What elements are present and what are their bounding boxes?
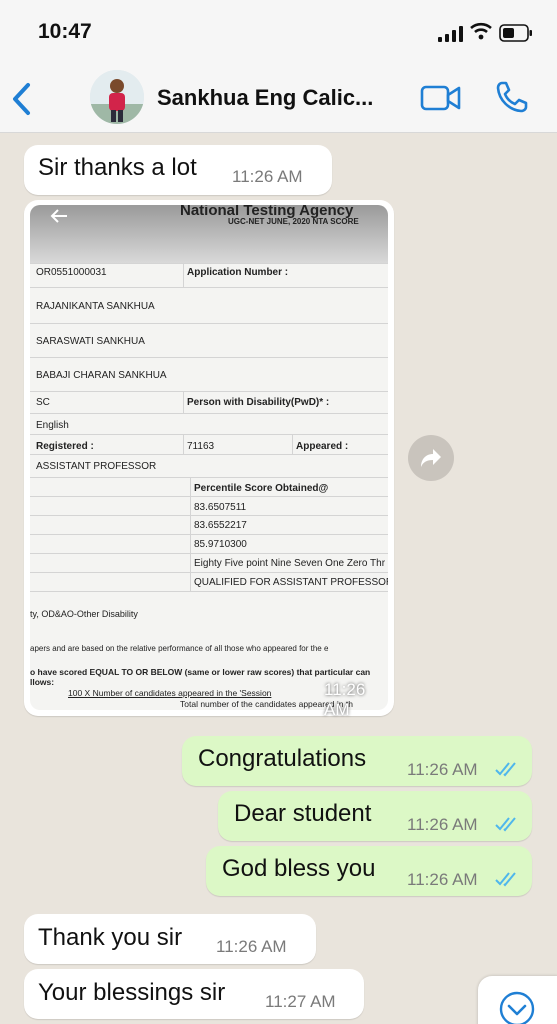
chat-header: Sankhua Eng Calic... — [0, 64, 557, 133]
registered-label: Registered : — [36, 441, 94, 452]
note-disability: ty, OD&AO-Other Disability — [30, 609, 138, 619]
outgoing-message[interactable]: God bless you 11:26 AM — [206, 846, 532, 896]
incoming-message[interactable]: Your blessings sir 11:27 AM — [24, 969, 364, 1019]
image-message[interactable]: National Testing Agency UGC-NET JUNE, 20… — [24, 200, 394, 719]
incoming-message[interactable]: Sir thanks a lot 11:26 AM — [24, 145, 332, 195]
note-follows: llows: — [30, 677, 55, 687]
image-back-arrow-icon — [50, 209, 67, 223]
doc-subheader: UGC-NET JUNE, 2020 NTA SCORE — [228, 217, 359, 226]
message-time: 11:26 AM — [216, 937, 287, 956]
phone-call-icon[interactable] — [495, 80, 529, 114]
double-tick-icon — [495, 872, 516, 887]
contact-name[interactable]: Sankhua Eng Calic... — [157, 85, 373, 111]
message-time: 11:27 AM — [265, 992, 336, 1011]
qualification-status: QUALIFIED FOR ASSISTANT PROFESSOR — [194, 577, 388, 588]
application-number-label: Application Number : — [187, 267, 289, 278]
message-text: Your blessings sir — [38, 979, 226, 1006]
scroll-down-chevron-icon — [499, 991, 535, 1024]
incoming-message[interactable]: Thank you sir 11:26 AM — [24, 914, 316, 964]
forward-button[interactable] — [408, 435, 454, 481]
status-time: 10:47 — [38, 20, 92, 43]
score-words: Eighty Five point Nine Seven One Zero Th… — [194, 558, 386, 569]
score-2: 83.6552217 — [194, 520, 247, 531]
video-call-icon[interactable] — [420, 84, 462, 112]
mother-name: SARASWATI SANKHUA — [36, 336, 145, 347]
percentile-label: Percentile Score Obtained@ — [194, 483, 329, 494]
status-bar: 10:47 — [0, 0, 557, 64]
candidate-name: RAJANIKANTA SANKHUA — [36, 301, 155, 312]
formula-numerator: 100 X Number of candidates appeared in t… — [68, 688, 272, 698]
post-applied: ASSISTANT PROFESSOR — [36, 461, 157, 472]
note-papers: apers and are based on the relative perf… — [30, 644, 329, 653]
forward-icon — [421, 449, 441, 467]
category: SC — [36, 397, 50, 408]
wifi-icon — [470, 22, 492, 40]
battery-icon — [499, 24, 532, 42]
pwd-label: Person with Disability(PwD)* : — [187, 397, 330, 408]
message-text: Thank you sir — [38, 924, 183, 951]
medium: English — [36, 420, 69, 431]
message-text: Dear student — [234, 800, 372, 827]
appeared-label: Appeared : — [296, 441, 349, 452]
outgoing-message[interactable]: Congratulations 11:26 AM — [182, 736, 532, 786]
message-text: God bless you — [222, 855, 376, 882]
cellular-signal-icon — [438, 26, 463, 42]
father-name: BABAJI CHARAN SANKHUA — [36, 370, 167, 381]
image-time: 11:26 AM — [324, 680, 366, 719]
back-chevron-icon[interactable] — [10, 82, 34, 116]
double-tick-icon — [495, 817, 516, 832]
scorecard-image[interactable]: National Testing Agency UGC-NET JUNE, 20… — [30, 205, 388, 710]
message-text: Congratulations — [198, 745, 367, 772]
chat-area[interactable]: Sir thanks a lot 11:26 AM National Testi… — [0, 133, 557, 1024]
avatar[interactable] — [90, 70, 144, 124]
message-time: 11:26 AM — [232, 167, 303, 186]
roll-number: OR0551000031 — [36, 267, 107, 278]
scroll-down-button[interactable] — [478, 976, 557, 1024]
registered-value: 71163 — [187, 441, 215, 452]
message-text: Sir thanks a lot — [38, 154, 197, 181]
contact-photo-icon — [90, 70, 144, 124]
message-time: 11:26 AM — [407, 870, 478, 889]
image-top-bar: National Testing Agency UGC-NET JUNE, 20… — [30, 205, 388, 263]
message-time: 11:26 AM — [407, 760, 478, 779]
message-time: 11:26 AM — [407, 815, 478, 834]
score-3: 85.9710300 — [194, 539, 247, 550]
note-equal-below: o have scored EQUAL TO OR BELOW (same or… — [30, 667, 371, 677]
score-1: 83.6507511 — [194, 502, 247, 513]
double-tick-icon — [495, 762, 516, 777]
outgoing-message[interactable]: Dear student 11:26 AM — [218, 791, 532, 841]
